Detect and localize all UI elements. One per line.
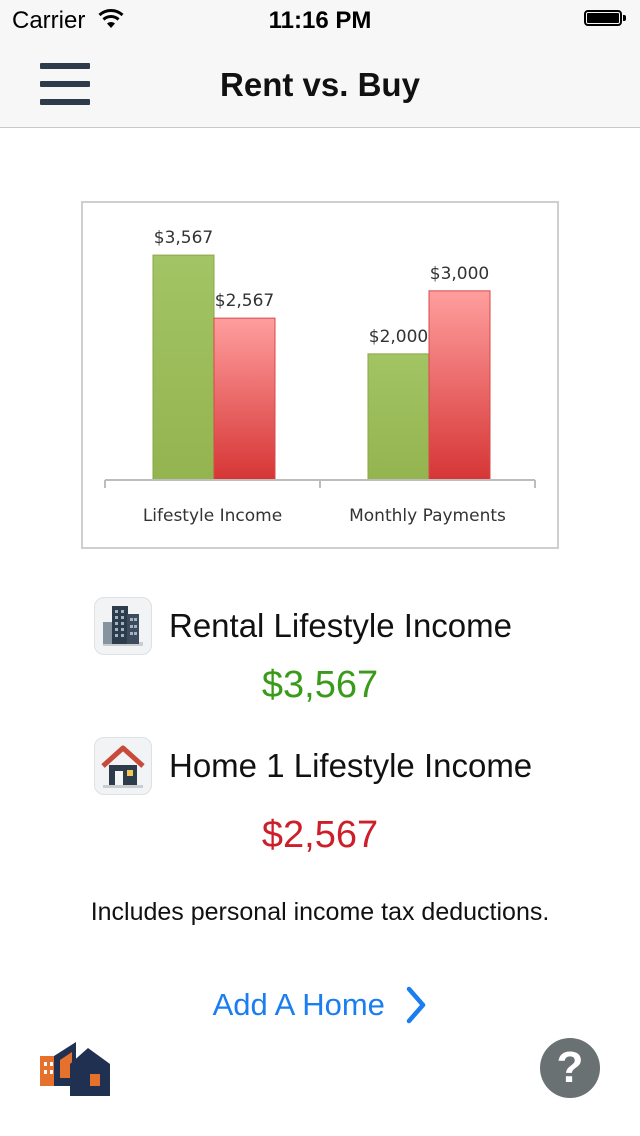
- chart-data-label: $3,000: [430, 264, 489, 284]
- apartment-building-icon: [94, 597, 152, 655]
- rental-income-label: Rental Lifestyle Income: [169, 607, 513, 644]
- rental-income-row: Rental Lifestyle Income: [94, 597, 574, 657]
- chart-bar-red-0: [213, 317, 276, 481]
- tax-note: Includes personal income tax deductions.: [90, 898, 550, 926]
- help-button[interactable]: ?: [540, 1038, 600, 1098]
- chart-data-label: $3,567: [154, 228, 213, 248]
- chart-bar-red-1: [428, 290, 491, 481]
- add-home-label: Add A Home: [212, 987, 385, 1022]
- comparison-chart: $3,567 $2,567 Lifestyle Income $2,000 $3,000…: [81, 201, 559, 549]
- add-home-button[interactable]: Add A Home: [0, 986, 640, 1024]
- buildings-logo-icon[interactable]: [40, 1040, 110, 1096]
- home-income-label: Home 1 Lifestyle Income: [169, 747, 533, 784]
- chart-data-label: $2,567: [215, 291, 274, 311]
- chart-category-label: Lifestyle Income: [143, 506, 282, 526]
- battery-icon: [584, 10, 628, 28]
- nav-bar: Rent vs. Buy: [0, 40, 640, 128]
- rental-income-value: $3,567: [261, 664, 379, 706]
- page-title: Rent vs. Buy: [220, 66, 420, 103]
- status-bar: Carrier 11:16 PM: [0, 0, 640, 40]
- screen: Carrier 11:16 PM Rent vs. Buy $3,567 $2,…: [0, 0, 640, 1136]
- chart-data-label: $2,000: [369, 327, 428, 347]
- home-income-row: Home 1 Lifestyle Income: [94, 737, 574, 797]
- status-time: 11:16 PM: [268, 7, 372, 34]
- house-icon: [94, 737, 152, 795]
- chart-canvas: $3,567 $2,567 Lifestyle Income $2,000 $3,000…: [104, 228, 536, 526]
- chevron-right-icon: [407, 986, 426, 1024]
- chart-bar-green-0: [152, 254, 215, 481]
- chart-category-label: Monthly Payments: [349, 506, 506, 526]
- home-income-value: $2,567: [261, 814, 379, 856]
- chart-bar-green-1: [367, 353, 430, 481]
